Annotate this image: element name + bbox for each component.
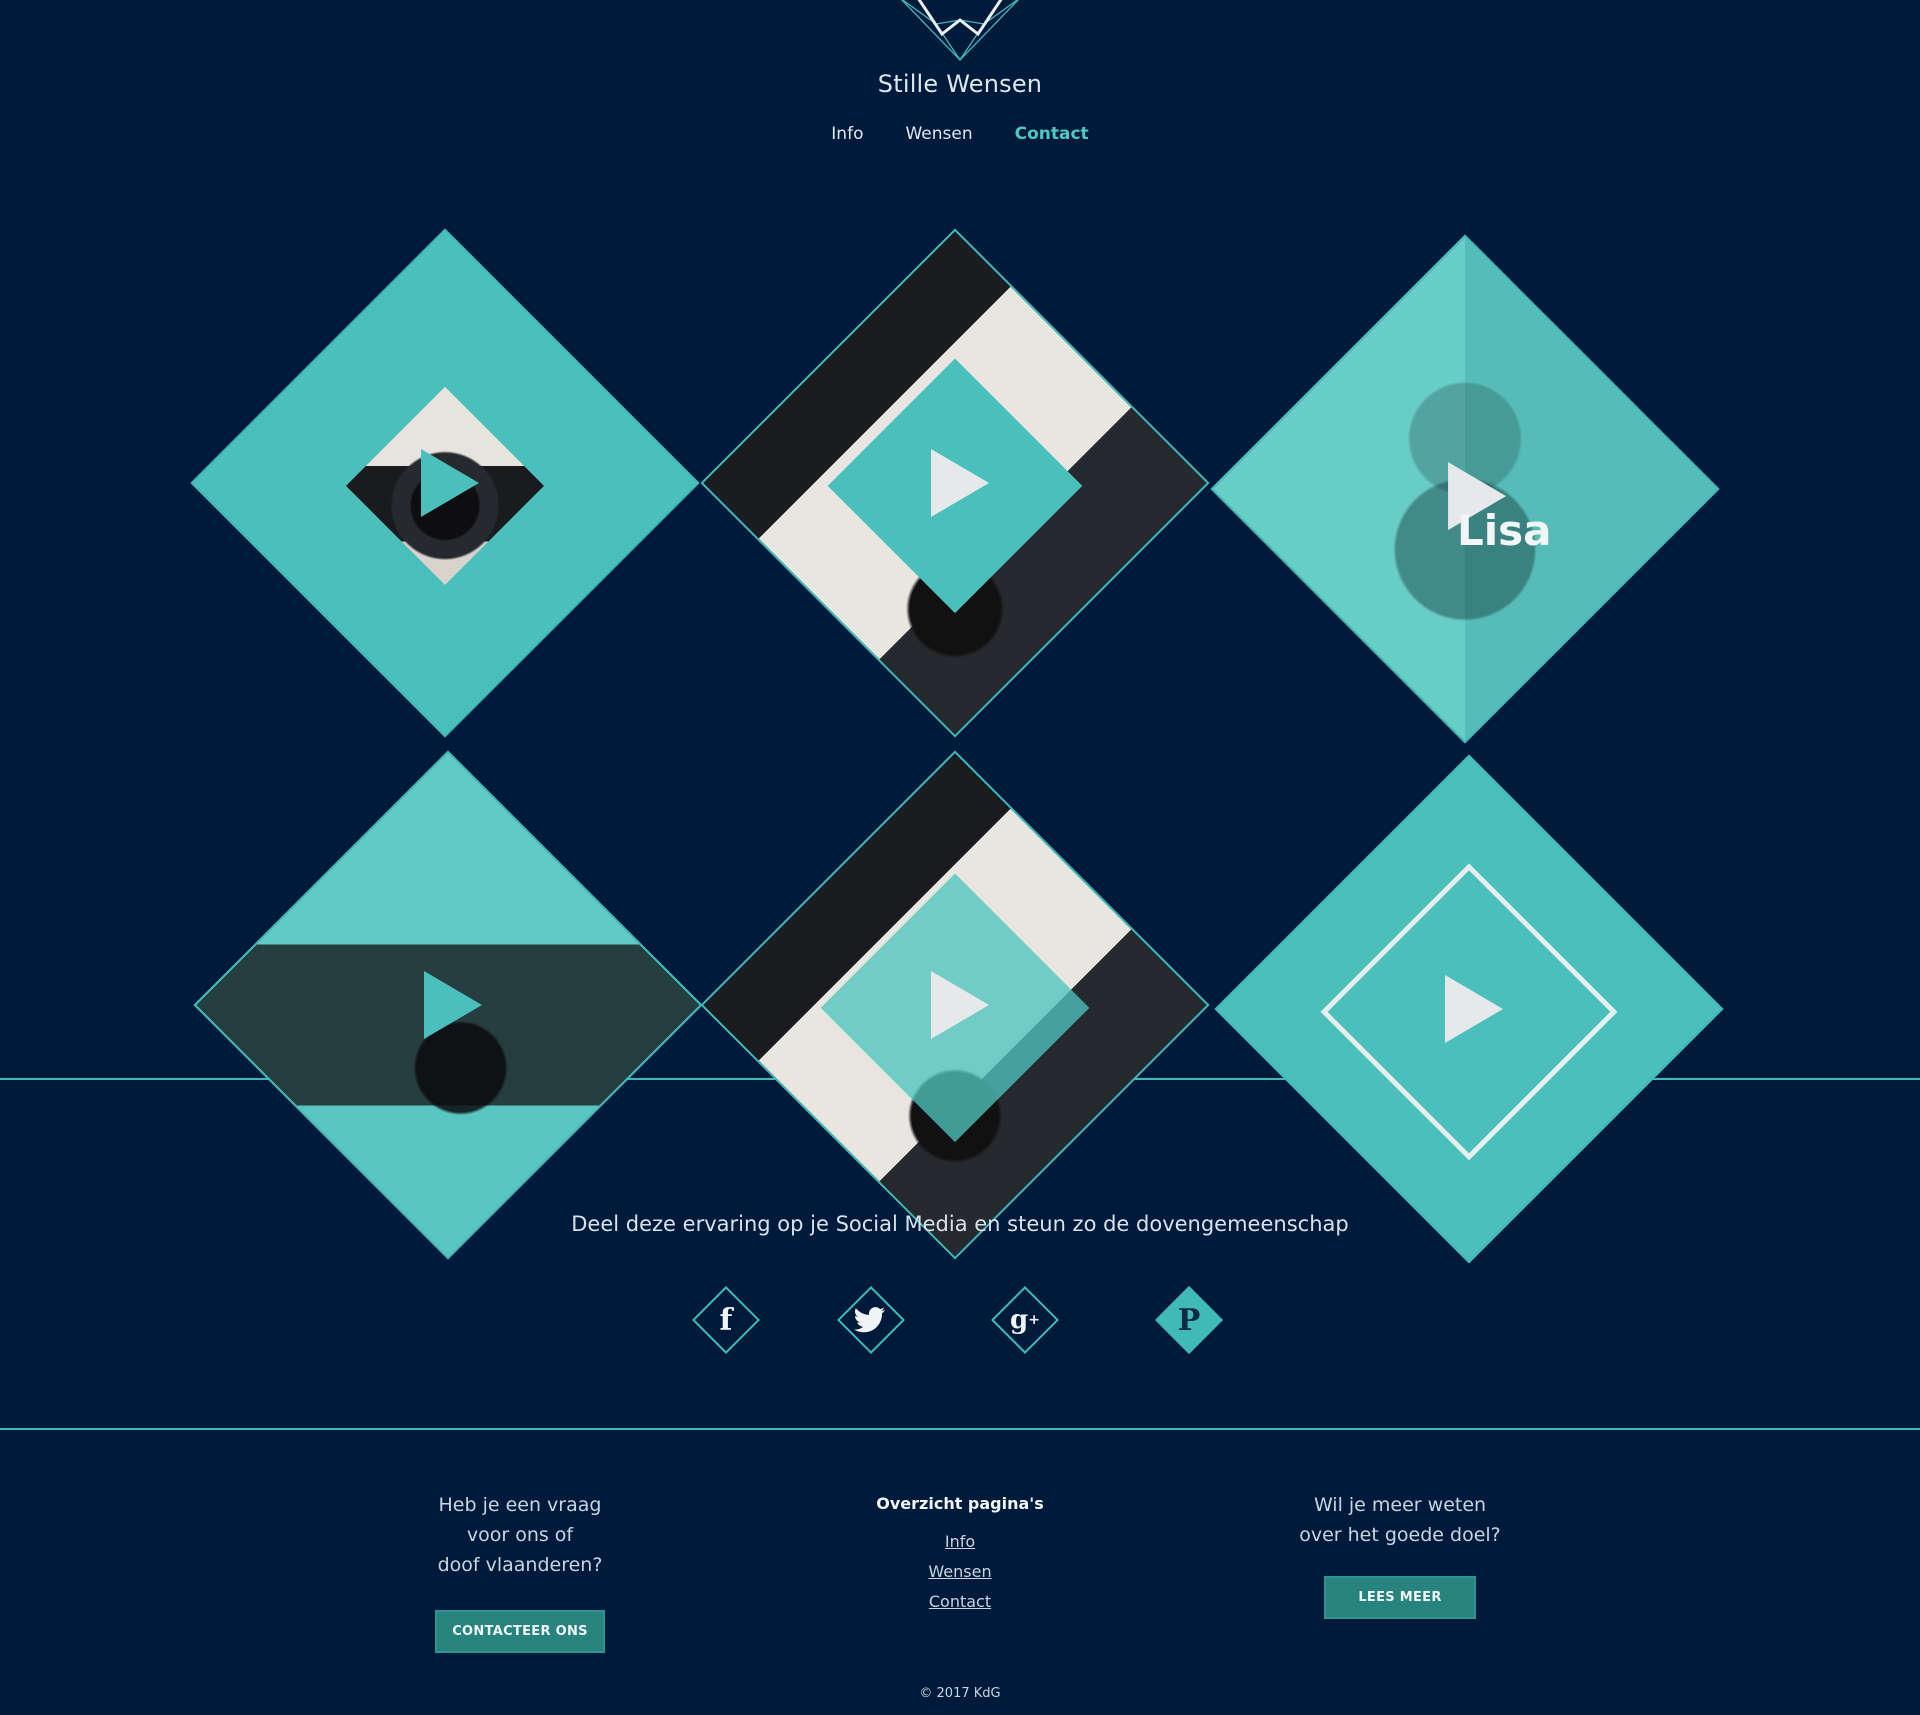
footer-contact-line2: voor ons of [466, 1524, 574, 1546]
share-text: Deel deze ervaring op je Social Media en… [571, 1212, 1349, 1236]
play-icon [931, 449, 989, 517]
twitter-icon [854, 1307, 886, 1333]
wish-tile-4[interactable] [193, 750, 703, 1260]
tile-name: Lisa [1456, 505, 1552, 555]
pinterest-icon: P [1177, 1302, 1201, 1338]
footer-link-wensen[interactable]: Wensen [860, 1557, 1060, 1587]
read-more-button[interactable]: LEES MEER [1324, 1576, 1476, 1619]
wish-grid: Lisa [0, 0, 1920, 1300]
facebook-icon: f [719, 1302, 733, 1338]
wish-tile-6[interactable] [1214, 754, 1724, 1264]
facebook-link[interactable]: f [688, 1282, 764, 1358]
play-icon [424, 971, 482, 1039]
footer-more-line1: Wil je meer weten [1313, 1494, 1487, 1516]
footer-more-line2: over het goede doel? [1299, 1524, 1501, 1546]
footer-link-info[interactable]: Info [860, 1527, 1060, 1557]
footer-overview: Overzicht pagina's Info Wensen Contact [860, 1494, 1060, 1617]
footer-link-contact[interactable]: Contact [860, 1587, 1060, 1617]
contact-button[interactable]: CONTACTEER ONS [435, 1610, 605, 1653]
pinterest-link[interactable]: P [1151, 1282, 1227, 1358]
google-plus-icon: g + [1010, 1305, 1040, 1335]
footer-contact-line3: doof vlaanderen? [437, 1554, 603, 1576]
twitter-link[interactable] [833, 1282, 909, 1358]
wish-tile-2[interactable] [700, 228, 1210, 738]
page: Stille Wensen Info Wensen Contact Lisa D… [0, 0, 1920, 1715]
footer-contact: Heb je een vraag voor ons of doof vlaand… [420, 1490, 620, 1653]
wish-tile-3[interactable]: Lisa [1210, 234, 1720, 744]
wish-tile-1[interactable] [190, 228, 700, 738]
footer-contact-line1: Heb je een vraag [438, 1494, 602, 1516]
footer-overview-heading: Overzicht pagina's [876, 1494, 1044, 1513]
play-icon [1445, 975, 1503, 1043]
wish-tile-5[interactable] [700, 750, 1210, 1260]
footer-more-info: Wil je meer weten over het goede doel? L… [1280, 1490, 1520, 1619]
footer-divider [0, 1428, 1920, 1430]
google-plus-link[interactable]: g + [987, 1282, 1063, 1358]
play-icon [421, 449, 479, 517]
play-icon [931, 971, 989, 1039]
copyright: © 2017 KdG [919, 1686, 1001, 1701]
